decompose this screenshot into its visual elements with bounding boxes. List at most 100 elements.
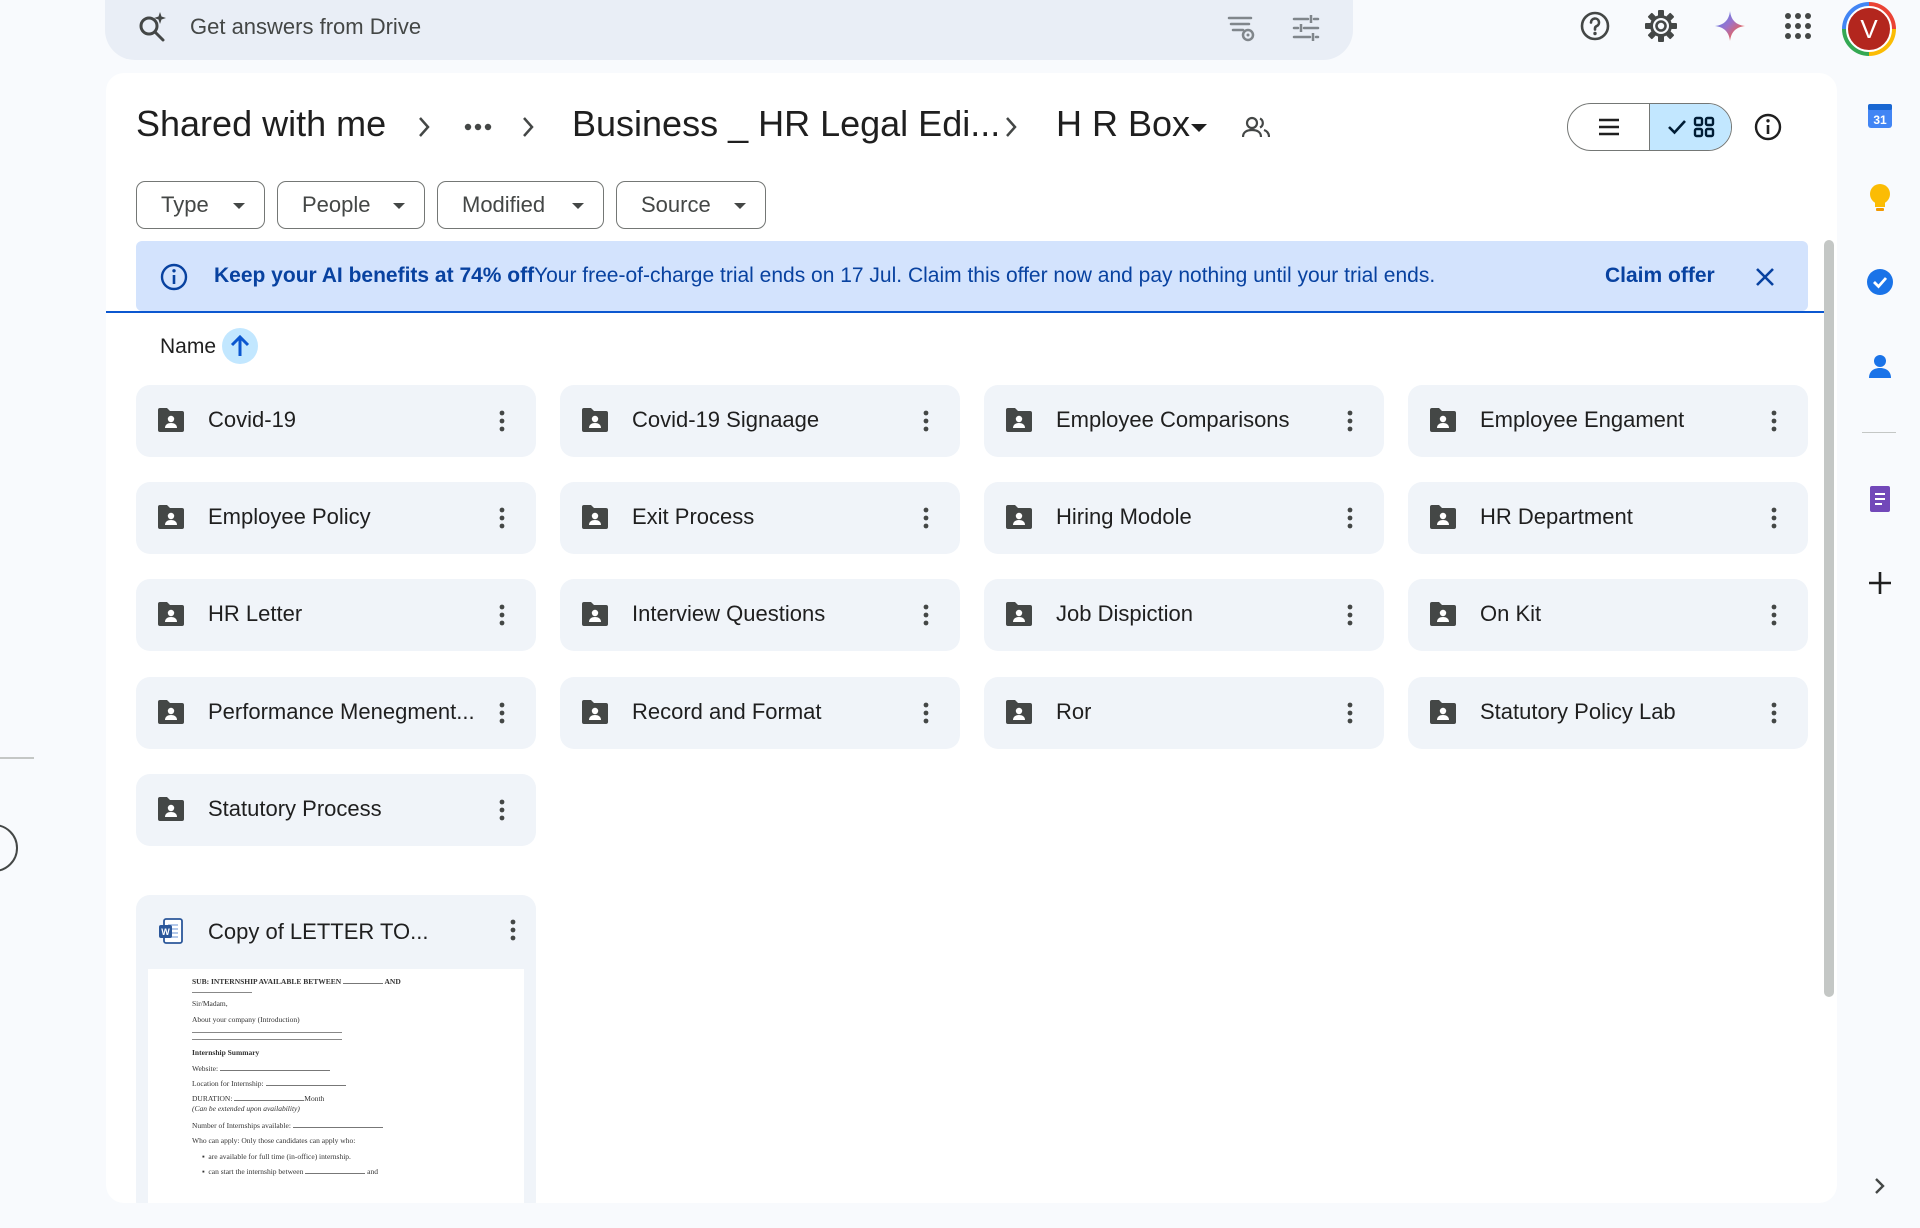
name-column-header[interactable]: Name: [160, 335, 216, 359]
folder-name: Covid-19 Signaage: [632, 407, 820, 432]
search-input[interactable]: Get answers from Drive: [190, 14, 421, 40]
calendar-icon[interactable]: 31: [1862, 97, 1898, 133]
folder-name: Covid-19: [208, 407, 297, 432]
folder-name: Statutory Policy Lab: [1480, 699, 1676, 724]
help-icon[interactable]: [1577, 8, 1613, 44]
more-vert-icon[interactable]: [1336, 699, 1364, 727]
folder-name: Record and Format: [632, 699, 822, 724]
thumb-summary-title: Internship Summary: [192, 1048, 260, 1058]
forms-icon[interactable]: [1862, 481, 1898, 517]
claim-offer-link[interactable]: Claim offer: [1605, 264, 1715, 288]
more-vert-icon[interactable]: [1336, 504, 1364, 532]
arrow-up-icon: [229, 334, 251, 358]
more-vert-icon[interactable]: [1760, 699, 1788, 727]
sort-ascending-button[interactable]: [222, 328, 258, 364]
folder-menu-caret-icon[interactable]: [1190, 123, 1208, 133]
folder-card[interactable]: Covid-19 Signaage: [560, 385, 960, 457]
more-vert-icon[interactable]: [912, 601, 940, 629]
folder-name: Employee Engament: [1480, 407, 1685, 432]
folder-card[interactable]: Employee Policy: [136, 482, 536, 554]
thumb-duration: DURATION:: [192, 1094, 233, 1104]
shared-people-icon: [1242, 116, 1270, 138]
folder-card[interactable]: Interview Questions: [560, 579, 960, 651]
folder-card[interactable]: Record and Format: [560, 677, 960, 749]
more-vert-icon[interactable]: [1336, 601, 1364, 629]
folder-name: Performance Menegment...: [208, 699, 475, 724]
shared-folder-icon: [1428, 601, 1458, 627]
more-vert-icon[interactable]: [1336, 407, 1364, 435]
folder-card[interactable]: Hiring Modole: [984, 482, 1384, 554]
more-vert-icon[interactable]: [912, 504, 940, 532]
breadcrumb-current-folder[interactable]: H R Box: [1056, 103, 1190, 145]
more-vert-icon[interactable]: [488, 601, 516, 629]
thumb-duration-unit: Month: [304, 1094, 325, 1104]
account-avatar[interactable]: V: [1842, 2, 1896, 56]
folder-card[interactable]: Covid-19: [136, 385, 536, 457]
more-vert-icon[interactable]: [912, 699, 940, 727]
more-vert-icon[interactable]: [488, 504, 516, 532]
filter-people-chip[interactable]: People: [277, 181, 425, 229]
settings-icon[interactable]: [1643, 8, 1679, 44]
folder-card[interactable]: Statutory Process: [136, 774, 536, 846]
more-vert-icon[interactable]: [488, 796, 516, 824]
caret-down-icon: [733, 202, 747, 210]
scrollbar-thumb[interactable]: [1824, 240, 1834, 997]
folder-card[interactable]: Job Dispiction: [984, 579, 1384, 651]
more-vert-icon[interactable]: [510, 919, 516, 941]
more-horiz-icon[interactable]: [464, 123, 492, 131]
folder-card[interactable]: Employee Comparisons: [984, 385, 1384, 457]
folder-card[interactable]: Employee Engament: [1408, 385, 1808, 457]
offer-banner: Keep your AI benefits at 74% off Your fr…: [136, 241, 1808, 311]
more-vert-icon[interactable]: [1760, 407, 1788, 435]
folder-card[interactable]: On Kit: [1408, 579, 1808, 651]
shared-folder-icon: [580, 407, 610, 433]
thumb-duration-note: (Can be extended upon availability): [192, 1103, 300, 1113]
breadcrumb-shared-with-me[interactable]: Shared with me: [136, 103, 386, 145]
filter-type-label: Type: [161, 192, 209, 217]
list-view-button[interactable]: [1568, 104, 1649, 150]
filter-modified-chip[interactable]: Modified: [437, 181, 604, 229]
grid-view-button[interactable]: [1649, 104, 1731, 150]
keep-icon[interactable]: [1862, 180, 1898, 216]
avatar-letter: V: [1846, 6, 1892, 52]
list-view-icon: [1597, 117, 1621, 137]
caret-down-icon: [392, 202, 406, 210]
shared-folder-icon: [1428, 699, 1458, 725]
more-vert-icon[interactable]: [912, 407, 940, 435]
shared-folder-icon: [1428, 504, 1458, 530]
tune-icon[interactable]: [1290, 12, 1322, 44]
tasks-icon[interactable]: [1862, 264, 1898, 300]
shared-folder-icon: [1004, 504, 1034, 530]
thumb-greeting: Sir/Madam,: [192, 999, 228, 1009]
add-icon[interactable]: [1862, 565, 1898, 601]
more-vert-icon[interactable]: [1760, 601, 1788, 629]
search-bar[interactable]: Get answers from Drive: [105, 0, 1353, 60]
filter-type-chip[interactable]: Type: [136, 181, 265, 229]
chevron-right-icon: [416, 115, 432, 139]
close-banner-icon[interactable]: [1754, 266, 1776, 288]
more-vert-icon[interactable]: [1760, 504, 1788, 532]
left-edge-handle[interactable]: [0, 824, 18, 872]
folder-name: HR Department: [1480, 504, 1633, 529]
main-panel: Shared with me Business _ HR Legal Edi..…: [106, 73, 1837, 1203]
folder-card[interactable]: Performance Menegment...: [136, 677, 536, 749]
filter-source-chip[interactable]: Source: [616, 181, 766, 229]
more-vert-icon[interactable]: [488, 699, 516, 727]
folder-card[interactable]: Ror: [984, 677, 1384, 749]
folder-card[interactable]: HR Letter: [136, 579, 536, 651]
more-vert-icon[interactable]: [488, 407, 516, 435]
folder-card[interactable]: Exit Process: [560, 482, 960, 554]
folder-card[interactable]: HR Department: [1408, 482, 1808, 554]
file-card[interactable]: W Copy of LETTER TO... SUB: INTERNSHIP A…: [136, 895, 536, 1203]
search-filter-settings-icon[interactable]: [1225, 12, 1257, 44]
gemini-icon[interactable]: [1712, 8, 1748, 44]
contacts-icon[interactable]: [1862, 348, 1898, 384]
breadcrumb-business-hr-legal[interactable]: Business _ HR Legal Edi...: [572, 103, 1000, 145]
thumb-number: Number of Internships available:: [192, 1121, 291, 1130]
grid-view-icon: [1693, 116, 1715, 138]
chevron-right-icon[interactable]: [1862, 1168, 1898, 1204]
info-icon[interactable]: [1754, 113, 1782, 141]
folder-name: HR Letter: [208, 601, 303, 626]
folder-card[interactable]: Statutory Policy Lab: [1408, 677, 1808, 749]
apps-grid-icon[interactable]: [1780, 8, 1816, 44]
